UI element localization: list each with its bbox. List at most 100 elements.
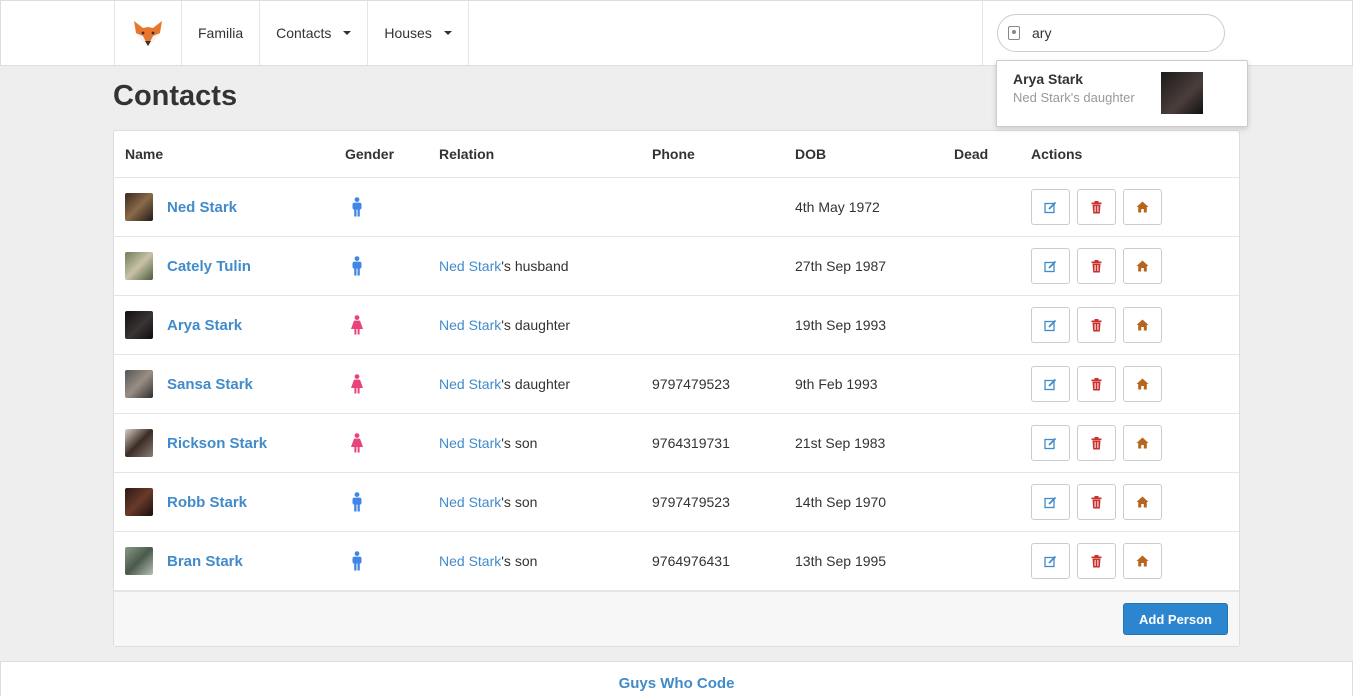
- relation-cell: Ned Stark's son: [439, 473, 537, 531]
- house-button[interactable]: [1123, 366, 1162, 402]
- relation-cell: Ned Stark's husband: [439, 237, 569, 295]
- edit-button[interactable]: [1031, 543, 1070, 579]
- female-icon: [350, 355, 364, 413]
- search-input[interactable]: [1032, 25, 1212, 41]
- table-row: Rickson Stark Ned Stark's son 9764319731…: [114, 414, 1239, 473]
- house-button[interactable]: [1123, 189, 1162, 225]
- home-icon: [1136, 260, 1149, 272]
- footer-link[interactable]: Guys Who Code: [619, 675, 735, 692]
- delete-button[interactable]: [1077, 366, 1116, 402]
- relation-link[interactable]: Ned Stark: [439, 376, 501, 392]
- contact-name-link[interactable]: Bran Stark: [167, 553, 243, 570]
- female-icon: [350, 414, 364, 472]
- table-row: Robb Stark Ned Stark's son 9797479523 14…: [114, 473, 1239, 532]
- relation-cell: Ned Stark's son: [439, 414, 537, 472]
- home-icon: [1136, 437, 1149, 449]
- relation-cell: Ned Stark's daughter: [439, 296, 570, 354]
- edit-icon: [1044, 437, 1057, 450]
- relation-link[interactable]: Ned Stark: [439, 553, 501, 569]
- fox-logo-icon[interactable]: [114, 1, 182, 65]
- edit-button[interactable]: [1031, 248, 1070, 284]
- house-button[interactable]: [1123, 425, 1162, 461]
- edit-icon: [1044, 319, 1057, 332]
- actions-cell: [1031, 237, 1169, 295]
- delete-button[interactable]: [1077, 189, 1116, 225]
- trash-icon: [1091, 200, 1102, 214]
- phone-cell: 9764319731: [652, 435, 730, 451]
- dob-cell: 21st Sep 1983: [795, 435, 886, 451]
- relation-suffix: 's daughter: [501, 376, 571, 392]
- nav-contacts-label: Contacts: [276, 25, 332, 41]
- delete-button[interactable]: [1077, 543, 1116, 579]
- actions-cell: [1031, 532, 1169, 590]
- home-icon: [1136, 378, 1149, 390]
- contact-name-link[interactable]: Arya Stark: [167, 317, 242, 334]
- table-row: Arya Stark Ned Stark's daughter 19th Sep…: [114, 296, 1239, 355]
- table-body: Ned Stark 4th May 1972 Cately Tulin Ned …: [114, 178, 1239, 591]
- contact-book-icon: [1008, 26, 1020, 40]
- house-button[interactable]: [1123, 484, 1162, 520]
- chevron-down-icon: [443, 31, 452, 35]
- col-actions: Actions: [1031, 146, 1083, 162]
- edit-icon: [1044, 201, 1057, 214]
- actions-cell: [1031, 178, 1169, 236]
- edit-button[interactable]: [1031, 425, 1070, 461]
- dob-cell: 19th Sep 1993: [795, 317, 887, 333]
- col-gender: Gender: [345, 146, 395, 162]
- relation-link[interactable]: Ned Stark: [439, 435, 501, 451]
- contact-name-link[interactable]: Cately Tulin: [167, 258, 251, 275]
- dob-cell: 4th May 1972: [795, 199, 880, 215]
- dob-cell: 27th Sep 1987: [795, 258, 887, 274]
- dob-cell: 14th Sep 1970: [795, 494, 887, 510]
- edit-button[interactable]: [1031, 366, 1070, 402]
- name-cell: Arya Stark: [125, 296, 242, 354]
- delete-button[interactable]: [1077, 425, 1116, 461]
- male-icon: [350, 473, 364, 531]
- edit-button[interactable]: [1031, 307, 1070, 343]
- relation-cell: Ned Stark's son: [439, 532, 537, 590]
- relation-link[interactable]: Ned Stark: [439, 317, 501, 333]
- name-cell: Bran Stark: [125, 532, 243, 590]
- relation-suffix: 's son: [501, 435, 538, 451]
- trash-icon: [1091, 495, 1102, 509]
- relation-link[interactable]: Ned Stark: [439, 258, 501, 274]
- add-person-button[interactable]: Add Person: [1123, 603, 1228, 635]
- home-icon: [1136, 201, 1149, 213]
- search-box[interactable]: [997, 14, 1225, 52]
- suggestion-avatar: [1161, 72, 1203, 114]
- relation-link[interactable]: Ned Stark: [439, 494, 501, 510]
- phone-cell: 9797479523: [652, 376, 730, 392]
- house-button[interactable]: [1123, 543, 1162, 579]
- male-icon: [350, 237, 364, 295]
- relation-suffix: 's son: [501, 494, 538, 510]
- name-cell: Sansa Stark: [125, 355, 253, 413]
- page-title: Contacts: [113, 80, 238, 112]
- edit-icon: [1044, 260, 1057, 273]
- col-dob: DOB: [795, 146, 827, 162]
- table-row: Sansa Stark Ned Stark's daughter 9797479…: [114, 355, 1239, 414]
- contact-name-link[interactable]: Sansa Stark: [167, 376, 253, 393]
- nav-familia[interactable]: Familia: [182, 1, 261, 65]
- name-cell: Cately Tulin: [125, 237, 251, 295]
- suggestion-relation: Ned Stark's daughter: [1013, 90, 1135, 105]
- contact-name-link[interactable]: Robb Stark: [167, 494, 247, 511]
- house-button[interactable]: [1123, 307, 1162, 343]
- dob-cell: 9th Feb 1993: [795, 376, 878, 392]
- delete-button[interactable]: [1077, 307, 1116, 343]
- search-suggestion[interactable]: Arya Stark Ned Stark's daughter: [996, 60, 1248, 127]
- avatar: [125, 311, 153, 339]
- name-cell: Rickson Stark: [125, 414, 267, 472]
- nav-menu: Familia Contacts Houses: [114, 1, 469, 65]
- contact-name-link[interactable]: Ned Stark: [167, 199, 237, 216]
- nav-houses-label: Houses: [384, 25, 432, 41]
- nav-contacts-dropdown[interactable]: Contacts: [260, 1, 369, 65]
- edit-button[interactable]: [1031, 189, 1070, 225]
- delete-button[interactable]: [1077, 248, 1116, 284]
- house-button[interactable]: [1123, 248, 1162, 284]
- nav-houses-dropdown[interactable]: Houses: [368, 1, 469, 65]
- navbar: Familia Contacts Houses: [0, 0, 1353, 66]
- edit-button[interactable]: [1031, 484, 1070, 520]
- contact-name-link[interactable]: Rickson Stark: [167, 435, 267, 452]
- delete-button[interactable]: [1077, 484, 1116, 520]
- relation-suffix: 's daughter: [501, 317, 571, 333]
